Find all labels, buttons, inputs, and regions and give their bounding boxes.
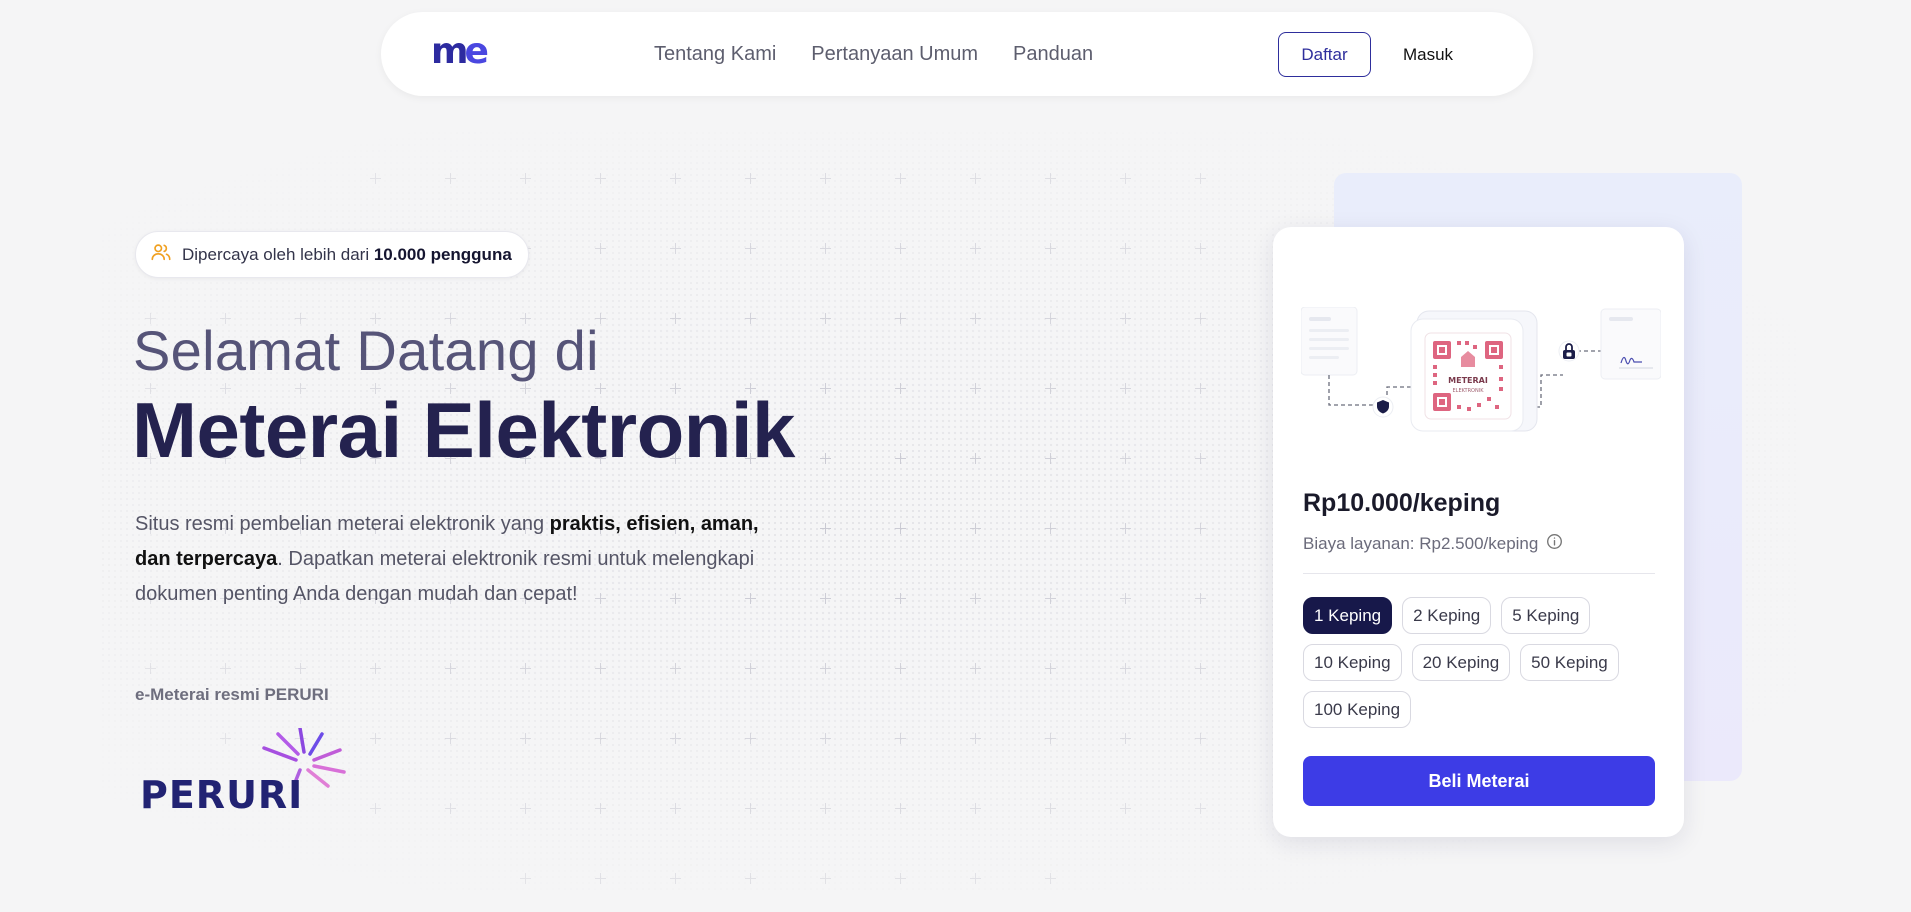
price-per-piece: Rp10.000/keping <box>1303 489 1501 517</box>
trust-badge: Dipercaya oleh lebih dari 10.000 penggun… <box>135 231 529 278</box>
hero-description: Situs resmi pembelian meterai elektronik… <box>135 513 759 605</box>
quantity-option-20[interactable]: 20 Keping <box>1411 644 1511 681</box>
nav-link-tentang-kami[interactable]: Tentang Kami <box>654 43 776 66</box>
purchase-card: METERAI ELEKTRONIK Rp10.000/keping Biaya… <box>1273 227 1684 837</box>
quantity-option-1[interactable]: 1 Keping <box>1303 597 1393 634</box>
quantity-options: 1 Keping 2 Keping 5 Keping 10 Keping 20 … <box>1303 597 1663 728</box>
top-navbar: me Tentang Kami Pertanyaan Umum Panduan … <box>381 12 1533 96</box>
hero-subtitle: Selamat Datang di <box>133 319 599 382</box>
nav-link-panduan[interactable]: Panduan <box>1013 43 1093 66</box>
info-icon[interactable] <box>1546 533 1563 555</box>
nav-link-pertanyaan-umum[interactable]: Pertanyaan Umum <box>811 43 978 66</box>
me-logo[interactable]: me <box>431 34 489 70</box>
svg-text:METERAI: METERAI <box>1448 376 1488 385</box>
svg-text:PERURI: PERURI <box>140 773 303 812</box>
quantity-option-100[interactable]: 100 Keping <box>1303 691 1412 728</box>
meterai-illustration: METERAI ELEKTRONIK <box>1300 306 1662 477</box>
users-icon <box>150 241 172 268</box>
trust-badge-text: Dipercaya oleh lebih dari 10.000 penggun… <box>182 244 512 264</box>
quantity-option-10[interactable]: 10 Keping <box>1303 644 1402 681</box>
divider <box>1303 573 1655 574</box>
buy-meterai-button[interactable]: Beli Meterai <box>1303 756 1655 806</box>
login-button[interactable]: Masuk <box>1393 32 1463 77</box>
register-button[interactable]: Daftar <box>1278 32 1371 77</box>
nav-links: Tentang Kami Pertanyaan Umum Panduan <box>654 12 1093 96</box>
hero-title: Meterai Elektronik <box>132 386 795 474</box>
service-fee: Biaya layanan: Rp2.500/keping <box>1303 533 1563 555</box>
peruri-logo: PERURI <box>140 726 370 817</box>
quantity-option-50[interactable]: 50 Keping <box>1520 644 1619 681</box>
quantity-option-5[interactable]: 5 Keping <box>1501 597 1591 634</box>
partner-label: e-Meterai resmi PERURI <box>135 685 329 704</box>
svg-text:ELEKTRONIK: ELEKTRONIK <box>1453 388 1485 394</box>
quantity-option-2[interactable]: 2 Keping <box>1402 597 1492 634</box>
